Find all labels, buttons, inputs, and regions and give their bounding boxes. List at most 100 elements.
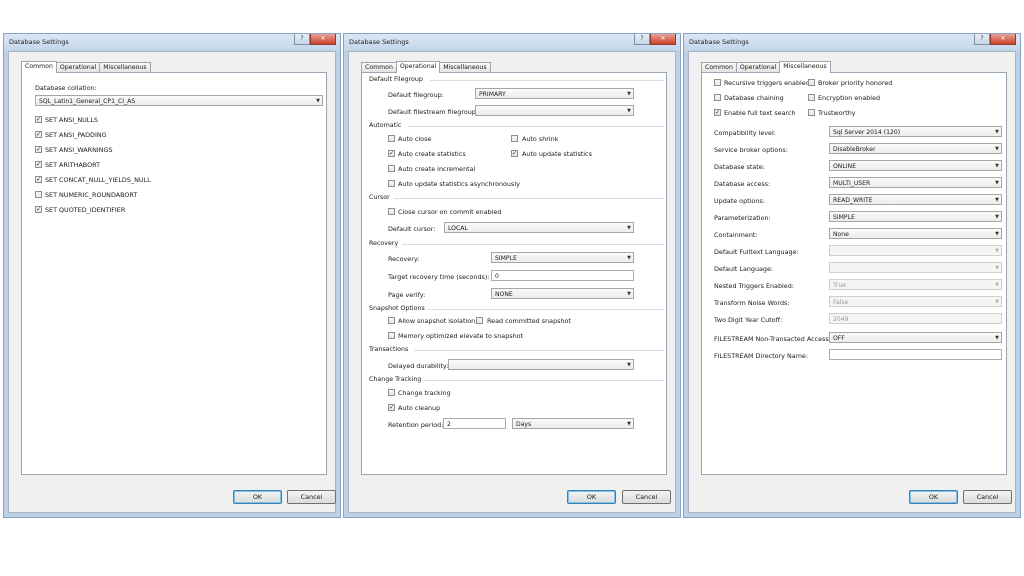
broker-priority-checkbox[interactable] (808, 79, 815, 86)
chevron-down-icon: ▼ (995, 214, 999, 220)
ansi-nulls-checkbox[interactable]: ✓ (35, 116, 42, 123)
arithabort-label: SET ARITHABORT (45, 161, 100, 169)
chevron-down-icon: ▼ (995, 335, 999, 341)
group-divider (424, 380, 664, 381)
close-button[interactable]: ✕ (650, 34, 676, 45)
trustworthy-checkbox[interactable] (808, 109, 815, 116)
chevron-down-icon: ▼ (627, 91, 631, 97)
cancel-button[interactable]: Cancel (963, 490, 1012, 504)
help-button[interactable]: ? (294, 34, 310, 45)
group-default-filegroup: Default Filegroup (369, 76, 423, 83)
auto-create-incremental-checkbox[interactable] (388, 165, 395, 172)
title-bar[interactable]: Database Settings ? ✕ (684, 34, 1020, 50)
ansi-padding-checkbox[interactable]: ✓ (35, 131, 42, 138)
transform-noise-dropdown[interactable]: False ▼ (829, 296, 1002, 307)
nested-triggers-value: True (833, 282, 846, 289)
tab-panel: Default Filegroup Default filegroup: PRI… (361, 72, 667, 475)
auto-update-async-label: Auto update statistics asynchronously (398, 180, 520, 188)
default-cursor-dropdown[interactable]: LOCAL ▼ (444, 222, 634, 233)
retention-input[interactable]: 2 (443, 418, 506, 429)
parameterization-dropdown[interactable]: SIMPLE ▼ (829, 211, 1002, 222)
full-text-search-label: Enable full text search (724, 109, 796, 117)
auto-close-label: Auto close (398, 135, 432, 143)
auto-cleanup-checkbox[interactable]: ✓ (388, 404, 395, 411)
ok-button[interactable]: OK (567, 490, 616, 504)
tab-common[interactable]: Common (21, 61, 57, 73)
target-recovery-input[interactable]: 0 (491, 270, 634, 281)
numeric-roundabort-checkbox[interactable] (35, 191, 42, 198)
recursive-triggers-checkbox[interactable] (714, 79, 721, 86)
default-filegroup-dropdown[interactable]: PRIMARY ▼ (475, 88, 634, 99)
window-title: Database Settings (349, 38, 409, 46)
containment-label: Containment: (714, 231, 758, 239)
trustworthy-label: Trustworthy (818, 109, 856, 117)
target-recovery-label: Target recovery time (seconds): (388, 273, 490, 281)
cancel-button[interactable]: Cancel (287, 490, 336, 504)
auto-update-stats-checkbox[interactable]: ✓ (511, 150, 518, 157)
group-divider (402, 244, 664, 245)
title-bar[interactable]: Database Settings ? ✕ (344, 34, 680, 50)
auto-update-stats-label: Auto update statistics (522, 150, 592, 158)
tab-operational[interactable]: Operational (395, 61, 441, 73)
database-chaining-checkbox[interactable] (714, 94, 721, 101)
containment-dropdown[interactable]: None ▼ (829, 228, 1002, 239)
auto-shrink-checkbox[interactable] (511, 135, 518, 142)
auto-shrink-label: Auto shrink (522, 135, 559, 143)
allow-snapshot-label: Allow snapshot isolation (398, 317, 476, 325)
auto-create-stats-checkbox[interactable]: ✓ (388, 150, 395, 157)
cancel-button[interactable]: Cancel (622, 490, 671, 504)
filestream-filegroup-label: Default filestream filegroup: (388, 108, 478, 116)
auto-update-async-checkbox[interactable] (388, 180, 395, 187)
ok-button[interactable]: OK (233, 490, 282, 504)
close-button[interactable]: ✕ (310, 34, 336, 45)
arithabort-checkbox[interactable]: ✓ (35, 161, 42, 168)
recovery-dropdown[interactable]: SIMPLE ▼ (491, 252, 634, 263)
database-state-dropdown[interactable]: ONLINE ▼ (829, 160, 1002, 171)
change-tracking-checkbox[interactable] (388, 389, 395, 396)
auto-close-checkbox[interactable] (388, 135, 395, 142)
full-text-search-checkbox[interactable]: ✓ (714, 109, 721, 116)
read-committed-snapshot-checkbox[interactable] (476, 317, 483, 324)
chevron-down-icon: ▼ (995, 282, 999, 288)
help-button[interactable]: ? (634, 34, 650, 45)
tab-miscellaneous[interactable]: Miscellaneous (779, 61, 831, 73)
concat-null-checkbox[interactable]: ✓ (35, 176, 42, 183)
encryption-checkbox[interactable] (808, 94, 815, 101)
ansi-padding-label: SET ANSI_PADDING (45, 131, 107, 139)
ansi-warnings-checkbox[interactable]: ✓ (35, 146, 42, 153)
filestream-directory-input[interactable] (829, 349, 1002, 360)
chevron-down-icon: ▼ (995, 248, 999, 254)
allow-snapshot-checkbox[interactable] (388, 317, 395, 324)
close-cursor-checkbox[interactable] (388, 208, 395, 215)
close-button[interactable]: ✕ (990, 34, 1016, 45)
page-verify-dropdown[interactable]: NONE ▼ (491, 288, 634, 299)
filestream-filegroup-dropdown[interactable]: ▼ (475, 105, 634, 116)
service-broker-dropdown[interactable]: DisableBroker ▼ (829, 143, 1002, 154)
retention-unit-dropdown[interactable]: Days ▼ (512, 418, 634, 429)
filestream-access-dropdown[interactable]: OFF ▼ (829, 332, 1002, 343)
title-bar[interactable]: Database Settings ? ✕ (4, 34, 340, 50)
group-change-tracking: Change Tracking (369, 376, 422, 383)
parameterization-value: SIMPLE (833, 214, 855, 221)
compatibility-level-dropdown[interactable]: Sql Server 2014 (120) ▼ (829, 126, 1002, 137)
help-button[interactable]: ? (974, 34, 990, 45)
ok-button[interactable]: OK (909, 490, 958, 504)
default-cursor-value: LOCAL (448, 225, 468, 232)
dialog-client: Common Operational Miscellaneous Recursi… (688, 51, 1016, 513)
retention-value: 2 (447, 421, 451, 428)
quoted-identifier-checkbox[interactable]: ✓ (35, 206, 42, 213)
memory-optimized-checkbox[interactable] (388, 332, 395, 339)
update-options-dropdown[interactable]: READ_WRITE ▼ (829, 194, 1002, 205)
two-digit-year-input[interactable]: 2049 (829, 313, 1002, 324)
default-language-dropdown[interactable]: ▼ (829, 262, 1002, 273)
fulltext-language-dropdown[interactable]: ▼ (829, 245, 1002, 256)
default-filegroup-label: Default filegroup: (388, 91, 444, 99)
chevron-down-icon: ▼ (316, 98, 320, 104)
collation-dropdown[interactable]: SQL_Latin1_General_CP1_CI_AS ▼ (35, 95, 323, 106)
delayed-durability-dropdown[interactable]: ▼ (448, 359, 634, 370)
nested-triggers-dropdown[interactable]: True ▼ (829, 279, 1002, 290)
database-access-dropdown[interactable]: MULTI_USER ▼ (829, 177, 1002, 188)
chevron-down-icon: ▼ (627, 108, 631, 114)
default-language-label: Default Language: (714, 265, 774, 273)
service-broker-label: Service broker options: (714, 146, 788, 154)
